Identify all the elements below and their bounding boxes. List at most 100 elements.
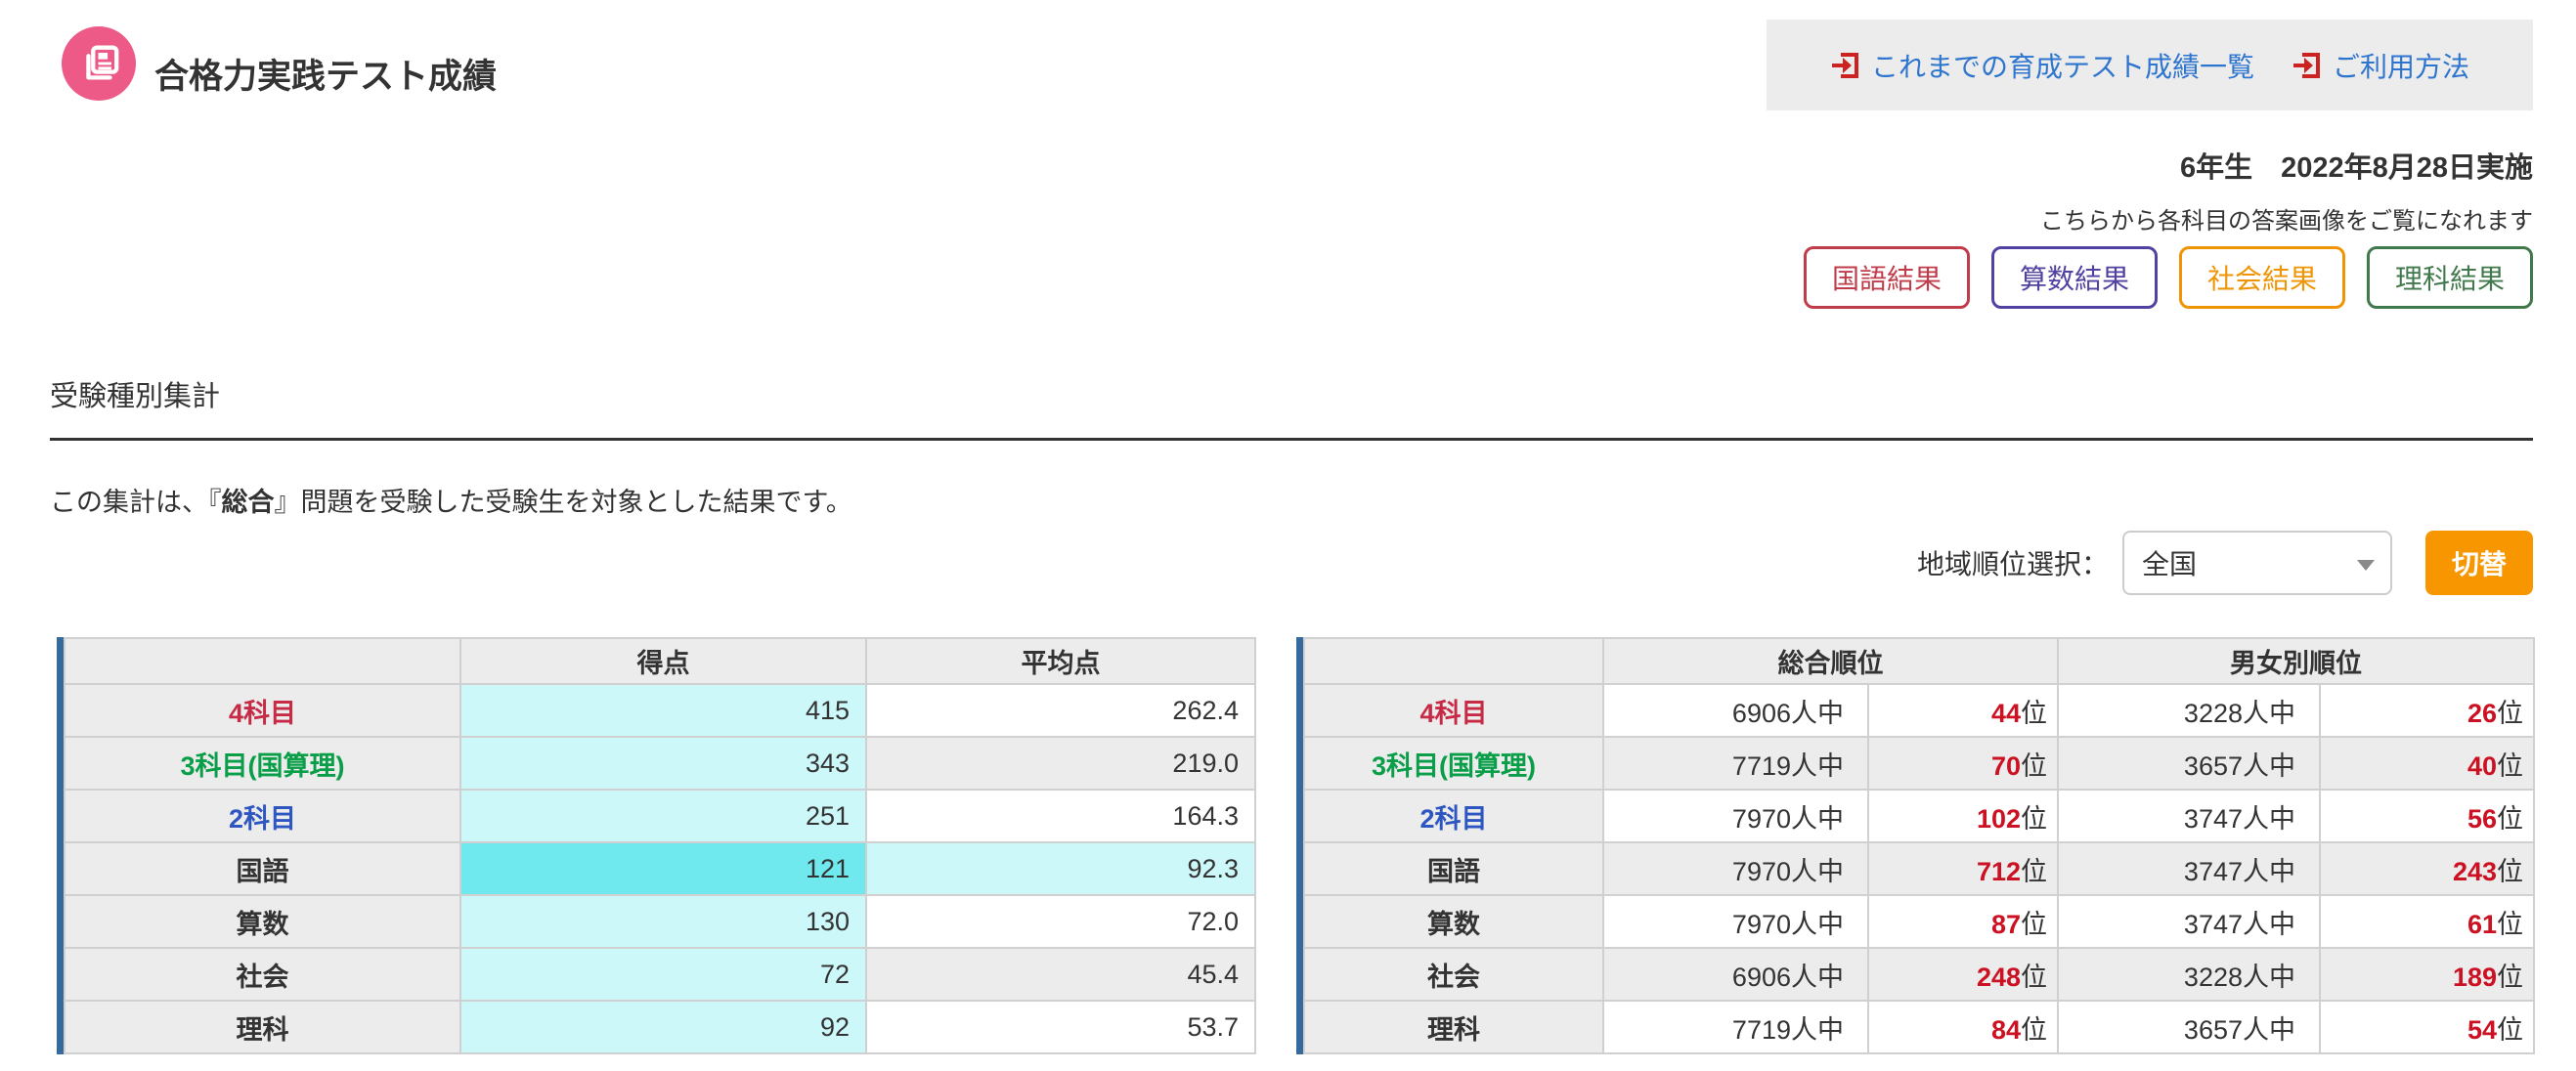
rank-number: 84 <box>1991 1015 2021 1045</box>
link-usage-guide[interactable]: ご利用方法 <box>2292 46 2469 85</box>
total-rank: 248位 <box>1868 948 2058 1001</box>
col-header-score: 得点 <box>460 638 866 684</box>
average-value: 219.0 <box>866 737 1255 790</box>
rank-number: 87 <box>1991 910 2021 939</box>
shakai-result-button[interactable]: 社会結果 <box>2179 246 2345 309</box>
rank-number: 44 <box>1991 699 2021 728</box>
rank-number: 56 <box>2467 804 2497 834</box>
link-label: これまでの育成テスト成績一覧 <box>1871 46 2254 85</box>
total-pool: 6906人中 <box>1603 948 1868 1001</box>
description-text: この集計は、『 <box>50 488 222 517</box>
rank-unit: 位 <box>2021 804 2047 834</box>
table-row: 算数 7970人中 87位 3747人中 61位 <box>1304 895 2534 948</box>
section-divider <box>50 438 2533 441</box>
average-value: 164.3 <box>866 790 1255 842</box>
gender-rank: 54位 <box>2320 1001 2534 1053</box>
section-title: 受験種別集計 <box>50 373 220 414</box>
region-select[interactable]: 全国 <box>2122 531 2392 595</box>
rank-number: 712 <box>1977 857 2021 886</box>
rank-number: 40 <box>2467 751 2497 781</box>
region-rank-selector: 地域順位選択： 全国 切替 <box>1917 531 2533 595</box>
rank-table-header-row: 総合順位 男女別順位 <box>1304 638 2534 684</box>
gender-pool: 3747人中 <box>2058 790 2320 842</box>
rank-number: 54 <box>2467 1015 2497 1045</box>
average-value: 92.3 <box>866 842 1255 895</box>
total-pool: 7970人中 <box>1603 895 1868 948</box>
row-label: 国語 <box>65 842 460 895</box>
rika-result-button[interactable]: 理科結果 <box>2367 246 2533 309</box>
rank-unit: 位 <box>2021 1015 2047 1045</box>
table-row-highlighted: 国語 121 92.3 <box>65 842 1255 895</box>
row-label: 4科目 <box>1304 684 1603 737</box>
rank-unit: 位 <box>2021 751 2047 781</box>
row-label: 国語 <box>1304 842 1603 895</box>
top-links-bar: これまでの育成テスト成績一覧 ご利用方法 <box>1767 20 2533 110</box>
rank-table-corner <box>1304 638 1603 684</box>
average-value: 72.0 <box>866 895 1255 948</box>
table-row: 4科目 415 262.4 <box>65 684 1255 737</box>
row-label: 4科目 <box>65 684 460 737</box>
rank-unit: 位 <box>2497 857 2523 886</box>
row-label: 社会 <box>65 948 460 1001</box>
gender-pool: 3228人中 <box>2058 948 2320 1001</box>
rank-unit: 位 <box>2021 699 2047 728</box>
section-description: この集計は、『総合』問題を受験した受験生を対象とした結果です。 <box>50 481 852 519</box>
total-pool: 7970人中 <box>1603 842 1868 895</box>
total-rank: 102位 <box>1868 790 2058 842</box>
answer-images-note: こちらから各科目の答案画像をご覧になれます <box>2040 201 2533 236</box>
kokugo-result-button[interactable]: 国語結果 <box>1804 246 1970 309</box>
gender-rank: 189位 <box>2320 948 2534 1001</box>
chevron-down-icon <box>2357 560 2375 571</box>
rank-unit: 位 <box>2021 963 2047 992</box>
rank-number: 243 <box>2453 857 2497 886</box>
table-row: 3科目(国算理) 7719人中 70位 3657人中 40位 <box>1304 737 2534 790</box>
table-row: 理科 7719人中 84位 3657人中 54位 <box>1304 1001 2534 1053</box>
col-header-total-rank: 総合順位 <box>1603 638 2058 684</box>
score-value: 415 <box>460 684 866 737</box>
total-rank: 87位 <box>1868 895 2058 948</box>
gender-rank: 56位 <box>2320 790 2534 842</box>
enter-arrow-icon <box>1830 50 1861 81</box>
table-row: 4科目 6906人中 44位 3228人中 26位 <box>1304 684 2534 737</box>
total-pool: 7719人中 <box>1603 737 1868 790</box>
rank-number: 102 <box>1977 804 2021 834</box>
row-label: 2科目 <box>65 790 460 842</box>
row-label: 算数 <box>65 895 460 948</box>
sansu-result-button[interactable]: 算数結果 <box>1991 246 2158 309</box>
gender-pool: 3657人中 <box>2058 737 2320 790</box>
score-table-header-row: 得点 平均点 <box>65 638 1255 684</box>
row-label: 理科 <box>65 1001 460 1053</box>
subject-result-buttons: 国語結果 算数結果 社会結果 理科結果 <box>1804 246 2533 309</box>
table-row: 算数 130 72.0 <box>65 895 1255 948</box>
score-value: 92 <box>460 1001 866 1053</box>
score-table: 得点 平均点 4科目 415 262.4 3科目(国算理) 343 219.0 … <box>57 637 1254 1054</box>
rank-unit: 位 <box>2021 910 2047 939</box>
description-bold-text: 総合 <box>222 488 275 517</box>
gender-rank: 61位 <box>2320 895 2534 948</box>
average-value: 45.4 <box>866 948 1255 1001</box>
description-text: 』問題を受験した受験生を対象とした結果です。 <box>275 488 852 517</box>
link-past-test-results[interactable]: これまでの育成テスト成績一覧 <box>1830 46 2254 85</box>
gender-rank: 243位 <box>2320 842 2534 895</box>
gender-rank: 40位 <box>2320 737 2534 790</box>
rank-table: 総合順位 男女別順位 4科目 6906人中 44位 3228人中 26位 3科目… <box>1296 637 2533 1054</box>
score-value: 343 <box>460 737 866 790</box>
total-rank: 712位 <box>1868 842 2058 895</box>
row-label: 理科 <box>1304 1001 1603 1053</box>
row-label: 2科目 <box>1304 790 1603 842</box>
table-row: 2科目 7970人中 102位 3747人中 56位 <box>1304 790 2534 842</box>
gender-rank: 26位 <box>2320 684 2534 737</box>
rank-unit: 位 <box>2497 699 2523 728</box>
total-rank: 44位 <box>1868 684 2058 737</box>
rank-unit: 位 <box>2021 857 2047 886</box>
page-title: 合格力実践テスト成績 <box>154 49 497 99</box>
col-header-average: 平均点 <box>866 638 1255 684</box>
table-row: 社会 72 45.4 <box>65 948 1255 1001</box>
test-report-icon <box>62 26 136 101</box>
gender-pool: 3747人中 <box>2058 842 2320 895</box>
document-stack-glyph <box>76 41 121 86</box>
total-pool: 7970人中 <box>1603 790 1868 842</box>
grade-date: 6年生 2022年8月28日実施 <box>2180 145 2533 186</box>
switch-button[interactable]: 切替 <box>2425 531 2533 595</box>
score-table-corner <box>65 638 460 684</box>
